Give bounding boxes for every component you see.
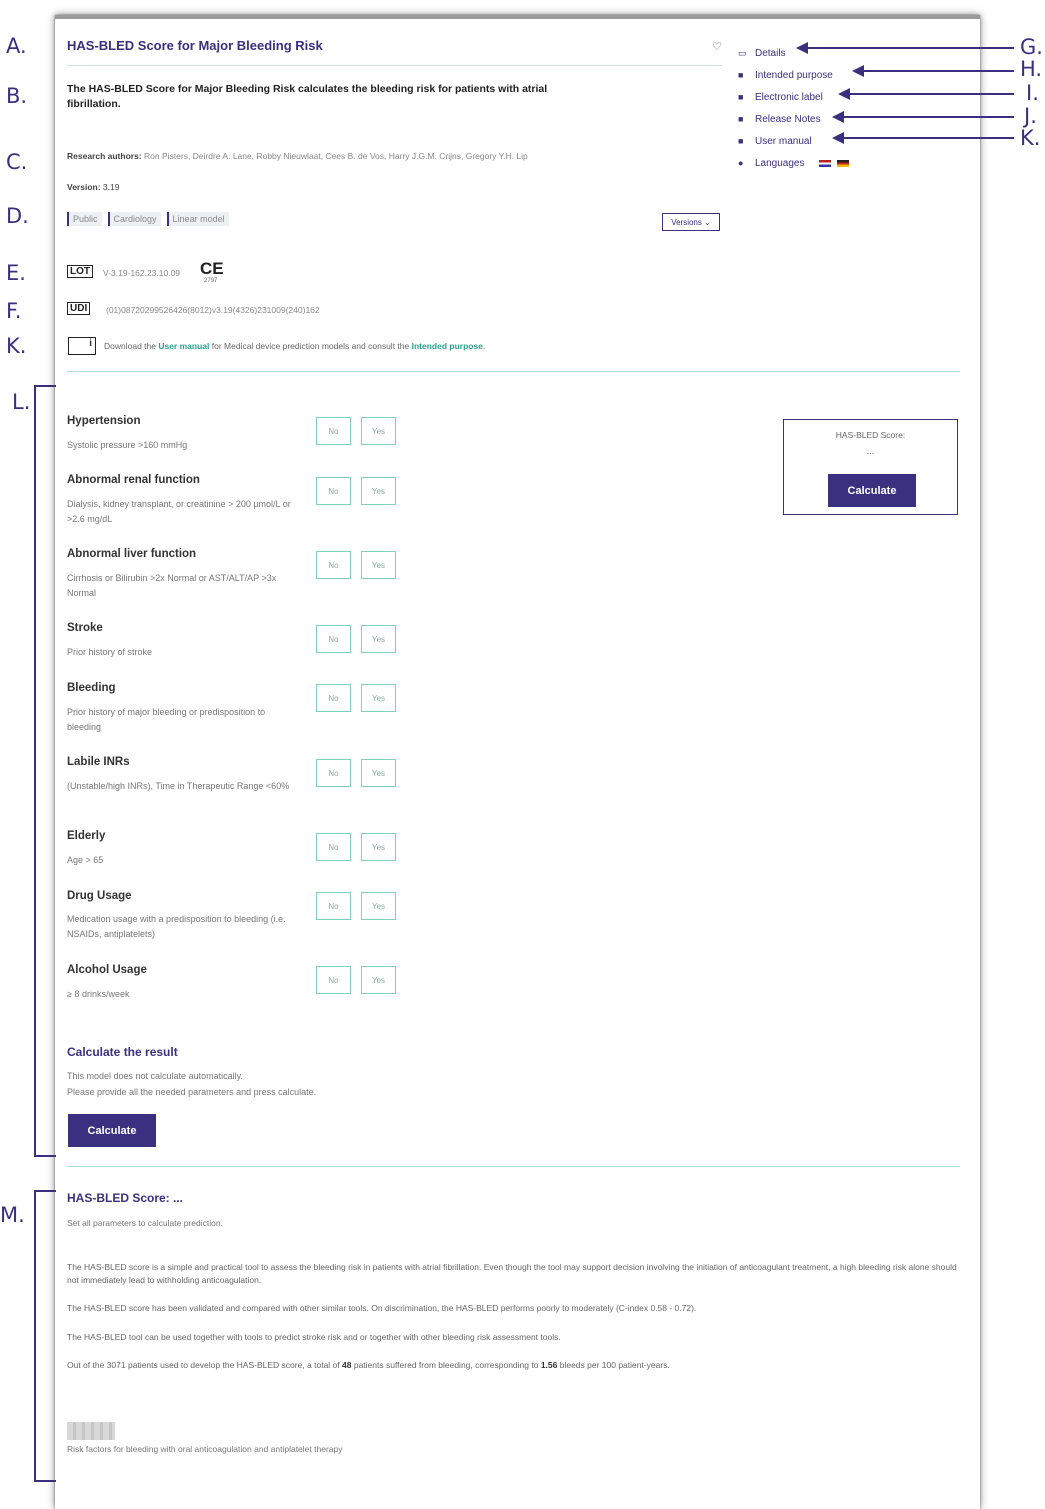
globe-icon: ●: [738, 158, 744, 168]
callout-c: C.: [6, 150, 28, 174]
callout-h: H.: [1020, 57, 1043, 81]
liver-yes-button[interactable]: Yes: [361, 551, 396, 579]
bracket-l: [34, 385, 56, 1157]
callout-m: M.: [0, 1203, 25, 1227]
panel-calculate-button[interactable]: Calculate: [828, 474, 916, 507]
callout-b: B.: [6, 84, 28, 108]
electronic-label-link[interactable]: ■ Electronic label: [738, 86, 849, 108]
title-divider: [67, 65, 722, 66]
bleeding-no-button[interactable]: No: [316, 684, 351, 712]
arrow-j: [842, 116, 1014, 118]
lot-symbol: LOT: [67, 265, 93, 278]
renal-no-button[interactable]: No: [316, 477, 351, 505]
calculate-title: Calculate the result: [67, 1045, 178, 1059]
calculate-button[interactable]: Calculate: [68, 1114, 156, 1147]
result-subtitle: Set all parameters to calculate predicti…: [67, 1218, 223, 1228]
versions-dropdown[interactable]: Versions ⌄: [662, 213, 720, 231]
arrow-head-h: [852, 65, 864, 77]
elderly-yes-button[interactable]: Yes: [361, 833, 396, 861]
stroke-no-button[interactable]: No: [316, 625, 351, 653]
callout-e: E.: [6, 261, 26, 285]
arrow-h: [862, 70, 1014, 72]
de-flag-icon[interactable]: [836, 159, 849, 167]
udi-number: (01)08720299526426(8012)v3.19(4326)23100…: [106, 305, 320, 315]
intended-purpose-link[interactable]: ■ Intended purpose: [738, 64, 849, 86]
score-value: ...: [866, 446, 875, 456]
callout-k-right: K.: [1020, 126, 1041, 150]
result-divider: [67, 1166, 960, 1167]
us-flag-icon[interactable]: [818, 159, 831, 167]
manual-notice: Download the User manual for Medical dev…: [104, 341, 486, 351]
drug-usage-yes-button[interactable]: Yes: [361, 892, 396, 920]
callout-l: L.: [12, 390, 31, 414]
lot-number: V-3.19-162.23.10.09: [103, 268, 181, 278]
intended-purpose-inline-link[interactable]: Intended purpose: [412, 341, 483, 351]
document-icon: ■: [738, 114, 744, 124]
callout-d: D.: [6, 204, 29, 228]
elderly-no-button[interactable]: No: [316, 833, 351, 861]
manual-info-icon: i: [68, 337, 96, 355]
bracket-m: [34, 1190, 56, 1482]
udi-symbol: UDI: [67, 302, 91, 315]
calculate-instructions: This model does not calculate automatica…: [67, 1071, 317, 1097]
page-title: HAS-BLED Score for Major Bleeding Risk: [67, 38, 323, 53]
ce-notified-body: 2797: [204, 278, 218, 284]
research-authors: Research authors: Ron Pisters, Deirdre A…: [67, 151, 528, 161]
user-manual-link[interactable]: ■ User manual: [738, 130, 849, 152]
drug-usage-no-button[interactable]: No: [316, 892, 351, 920]
callout-g: G.: [1020, 35, 1043, 59]
labile-inr-no-button[interactable]: No: [316, 759, 351, 787]
arrow-k: [842, 137, 1014, 139]
renal-yes-button[interactable]: Yes: [361, 477, 396, 505]
languages-link[interactable]: ● Languages: [738, 152, 849, 174]
score-panel: HAS-BLED Score: ... Calculate: [783, 419, 958, 515]
document-icon: ■: [738, 92, 744, 102]
score-label: HAS-BLED Score:: [835, 430, 906, 440]
callout-a: A.: [6, 34, 27, 58]
result-title: HAS-BLED Score: ...: [67, 1191, 184, 1205]
alcohol-usage-yes-button[interactable]: Yes: [361, 966, 396, 994]
document-icon: ■: [738, 136, 744, 146]
user-manual-inline-link[interactable]: User manual: [158, 341, 209, 351]
ce-mark: CE: [200, 259, 224, 278]
figure-thumbnail[interactable]: [67, 1422, 115, 1440]
result-paragraph-2: The HAS-BLED score has been validated an…: [67, 1303, 697, 1313]
details-link[interactable]: ▭ Details: [738, 42, 849, 64]
version: Version: 3.19: [67, 182, 120, 192]
hypertension-no-button[interactable]: No: [316, 417, 351, 445]
callout-i: I.: [1026, 81, 1039, 105]
callout-j: J.: [1024, 104, 1037, 128]
result-paragraph-4: Out of the 3071 patients used to develop…: [67, 1360, 670, 1370]
section-divider: [67, 371, 960, 372]
bleeding-yes-button[interactable]: Yes: [361, 684, 396, 712]
result-paragraph-3: The HAS-BLED tool can be used together w…: [67, 1332, 561, 1342]
figure-caption: Risk factors for bleeding with oral anti…: [67, 1444, 343, 1454]
side-links: ▭ Details ■ Intended purpose ■ Electronic l…: [738, 42, 849, 174]
callout-f: F.: [6, 299, 22, 323]
hypertension-yes-button[interactable]: Yes: [361, 417, 396, 445]
result-paragraph-1: The HAS-BLED score is a simple and pract…: [67, 1262, 957, 1285]
alcohol-usage-no-button[interactable]: No: [316, 966, 351, 994]
tag-linear-model[interactable]: Linear model: [166, 212, 229, 226]
liver-no-button[interactable]: No: [316, 551, 351, 579]
tag-public[interactable]: Public: [67, 212, 102, 226]
tag-list: Public Cardiology Linear model: [67, 212, 229, 226]
callout-k-left: K.: [6, 334, 27, 358]
release-notes-link[interactable]: ■ Release Notes: [738, 108, 849, 130]
arrow-i: [848, 93, 1014, 95]
book-icon: ▭: [738, 47, 747, 58]
stroke-yes-button[interactable]: Yes: [361, 625, 396, 653]
labile-inr-yes-button[interactable]: Yes: [361, 759, 396, 787]
model-description: The HAS-BLED Score for Major Bleeding Ri…: [67, 83, 548, 110]
heart-icon[interactable]: ♡: [712, 40, 722, 53]
document-icon: ■: [738, 70, 744, 80]
tag-cardiology[interactable]: Cardiology: [107, 212, 161, 226]
